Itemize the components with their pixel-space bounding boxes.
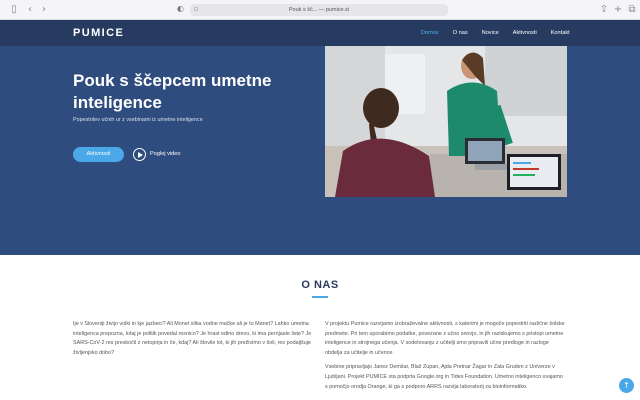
- activities-button[interactable]: Aktivnosti: [73, 147, 124, 162]
- share-icon[interactable]: ⇪: [598, 4, 610, 16]
- play-icon[interactable]: [133, 148, 146, 161]
- back-icon[interactable]: ‹: [24, 4, 36, 16]
- about-right-paragraph-2: Vsebine pripravljajo Janez Demšar, Blaž …: [325, 364, 563, 390]
- browser-toolbar: ▯ ‹ › ◐ ▫ Pouk s šč... — pumice.si ⇪ + ⧉: [0, 0, 640, 20]
- scroll-to-top-button[interactable]: ↑: [619, 378, 634, 393]
- tabs-overview-icon[interactable]: ⧉: [626, 4, 638, 16]
- about-right-column: V projektu Pumice razvijamo izobraževaln…: [325, 320, 567, 397]
- nav-item-domov[interactable]: Domov: [421, 30, 439, 36]
- hero-title: Pouk s ščepcem umetne inteligence: [73, 71, 272, 112]
- site-logo[interactable]: PUMICE: [73, 27, 124, 39]
- page-icon: ▫: [194, 5, 199, 13]
- new-tab-icon[interactable]: +: [612, 4, 624, 16]
- nav-item-kontakt[interactable]: Kontakt: [551, 30, 570, 36]
- watch-video-link[interactable]: Poglej video: [150, 151, 180, 157]
- forward-icon[interactable]: ›: [38, 4, 50, 16]
- address-bar-text: Pouk s šč... — pumice.si: [288, 7, 350, 13]
- site-header: PUMICE Domov O nas Novice Aktivnosti Kon…: [0, 20, 640, 46]
- hero-section: Pouk s ščepcem umetne inteligence Popest…: [0, 46, 640, 255]
- about-left-paragraph: Ije v Sloveniji živijo volki in kje jazb…: [73, 321, 312, 356]
- about-right-paragraph-1: V projektu Pumice razvijamo izobraževaln…: [325, 321, 565, 356]
- classroom-photo-illustration: [325, 46, 567, 197]
- sidebar-toggle-icon[interactable]: ▯: [8, 4, 20, 16]
- nav-item-novice[interactable]: Novice: [482, 30, 499, 36]
- about-left-column: Ije v Sloveniji živijo volki in kje jazb…: [73, 320, 318, 363]
- nav-item-o-nas[interactable]: O nas: [453, 30, 468, 36]
- section-title-underline: [312, 296, 328, 298]
- hero-photo: [325, 46, 567, 197]
- hero-subtitle: Popestritev učnih ur z vsebinami iz umet…: [73, 117, 203, 123]
- about-section-title: O NAS: [301, 279, 339, 291]
- nav-item-aktivnosti[interactable]: Aktivnosti: [513, 30, 537, 36]
- address-bar[interactable]: ▫ Pouk s šč... — pumice.si: [190, 4, 448, 16]
- privacy-shield-icon[interactable]: ◐: [177, 4, 184, 13]
- main-nav: Domov O nas Novice Aktivnosti Kontakt: [421, 30, 570, 36]
